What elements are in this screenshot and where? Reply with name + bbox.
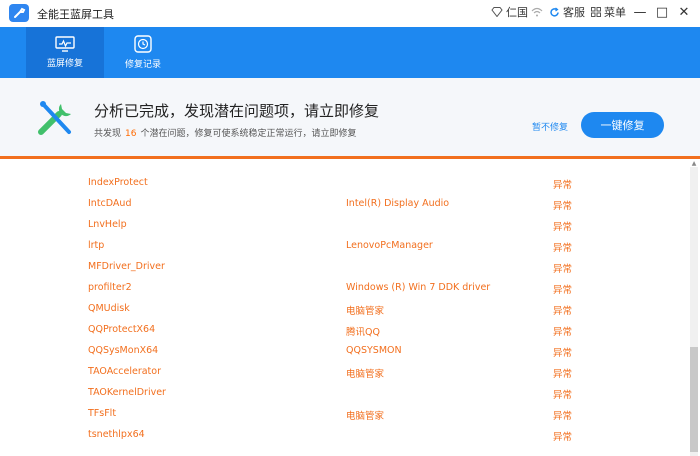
tab-bluescreen-repair[interactable]: 蓝屏修复 [26, 27, 104, 78]
table-row: IndexProtect 异常 [0, 173, 688, 194]
row-name: IndexProtect [88, 177, 148, 188]
row-status: 异常 [553, 348, 573, 359]
row-status: 异常 [553, 180, 573, 191]
table-row: lrtp LenovoPcManager 异常 [0, 236, 688, 257]
refresh-icon [550, 7, 559, 17]
row-name: QQProtectX64 [88, 324, 156, 335]
table-row: TFsFlt 电脑管家 异常 [0, 404, 688, 425]
row-status: 异常 [553, 411, 573, 422]
row-status: 异常 [553, 390, 573, 401]
table-row: QQProtectX64 腾讯QQ 异常 [0, 320, 688, 341]
one-click-repair-button[interactable]: 一键修复 [581, 112, 664, 138]
maximize-button[interactable]: □ [654, 5, 670, 20]
row-status: 异常 [553, 369, 573, 380]
table-row: LnvHelp 异常 [0, 215, 688, 236]
row-status: 异常 [553, 327, 573, 338]
summary-subtitle: 共发现 16 个潜在问题，修复可使系统稳定正常运行，请立即修复 [94, 129, 357, 139]
issue-list: IndexProtect 异常 IntcDAud Intel(R) Display A… [0, 159, 688, 456]
app-title: 全能王蓝屏工具 [37, 8, 114, 21]
issue-count: 16 [125, 129, 137, 139]
row-status: 异常 [553, 201, 573, 212]
row-name: lrtp [88, 240, 105, 251]
top-nav: 蓝屏修复 修复记录 [0, 27, 700, 78]
row-description: QQSYSMON [346, 345, 402, 356]
row-name: tsnethlpx64 [88, 429, 145, 440]
table-row: TAOAccelerator 电脑管家 异常 [0, 362, 688, 383]
tab-repair-history[interactable]: 修复记录 [104, 27, 182, 78]
monitor-icon [55, 36, 75, 52]
customer-service-label: 客服 [563, 6, 585, 19]
row-name: LnvHelp [88, 219, 127, 230]
table-row: MFDriver_Driver 异常 [0, 257, 688, 278]
diamond-icon [491, 7, 503, 17]
row-description: 电脑管家 [346, 369, 385, 380]
row-name: profilter2 [88, 282, 132, 293]
tab-label: 修复记录 [124, 60, 161, 70]
customer-service-button[interactable]: 客服 [549, 4, 585, 20]
row-description: Windows (R) Win 7 DDK driver [346, 282, 491, 293]
row-name: TFsFlt [88, 408, 117, 419]
summary-title: 分析已完成，发现潜在问题项，请立即修复 [94, 102, 380, 120]
row-status: 异常 [553, 222, 573, 233]
row-status: 异常 [553, 432, 573, 443]
table-row: TAOKernelDriver 异常 [0, 383, 688, 404]
row-status: 异常 [553, 264, 573, 275]
row-name: TAOKernelDriver [88, 387, 166, 398]
wifi-icon [531, 7, 543, 17]
row-status: 异常 [553, 243, 573, 254]
row-description: 电脑管家 [346, 411, 385, 422]
ignore-link[interactable]: 暂不修复 [532, 120, 568, 133]
clock-icon [134, 35, 152, 53]
tab-label: 蓝屏修复 [46, 59, 83, 69]
row-name: QMUdisk [88, 303, 130, 314]
title-bar: 全能王蓝屏工具 仁国 客服 菜单 — □ ✕ [0, 0, 700, 27]
row-name: IntcDAud [88, 198, 132, 209]
table-row: QQSysMonX64 QQSYSMON 异常 [0, 341, 688, 362]
scrollbar[interactable] [690, 167, 698, 456]
scrollbar-thumb[interactable] [690, 347, 698, 452]
table-row: profilter2 Windows (R) Win 7 DDK driver 异常 [0, 278, 688, 299]
menu-label: 菜单 [604, 6, 626, 19]
row-description: 腾讯QQ [346, 327, 380, 338]
scroll-up-arrow[interactable]: ▲ [690, 160, 698, 167]
row-description: LenovoPcManager [346, 240, 433, 251]
close-button[interactable]: ✕ [676, 5, 692, 20]
scan-summary: 分析已完成，发现潜在问题项，请立即修复 共发现 16 个潜在问题，修复可使系统稳定正… [0, 78, 700, 156]
row-status: 异常 [553, 285, 573, 296]
row-status: 异常 [553, 306, 573, 317]
user-account[interactable]: 仁国 [491, 4, 543, 20]
user-name: 仁国 [506, 6, 528, 19]
menu-button[interactable]: 菜单 [591, 4, 626, 20]
grid-icon [591, 7, 601, 17]
row-name: TAOAccelerator [88, 366, 161, 377]
table-row: QMUdisk 电脑管家 异常 [0, 299, 688, 320]
repair-tools-icon [38, 101, 71, 135]
table-row: tsnethlpx64 异常 [0, 425, 688, 446]
row-description: 电脑管家 [346, 306, 385, 317]
row-description: Intel(R) Display Audio [346, 198, 450, 209]
table-row: IntcDAud Intel(R) Display Audio 异常 [0, 194, 688, 215]
row-name: MFDriver_Driver [88, 261, 165, 272]
row-name: QQSysMonX64 [88, 345, 159, 356]
minimize-button[interactable]: — [632, 5, 648, 20]
app-logo-icon [9, 4, 29, 22]
